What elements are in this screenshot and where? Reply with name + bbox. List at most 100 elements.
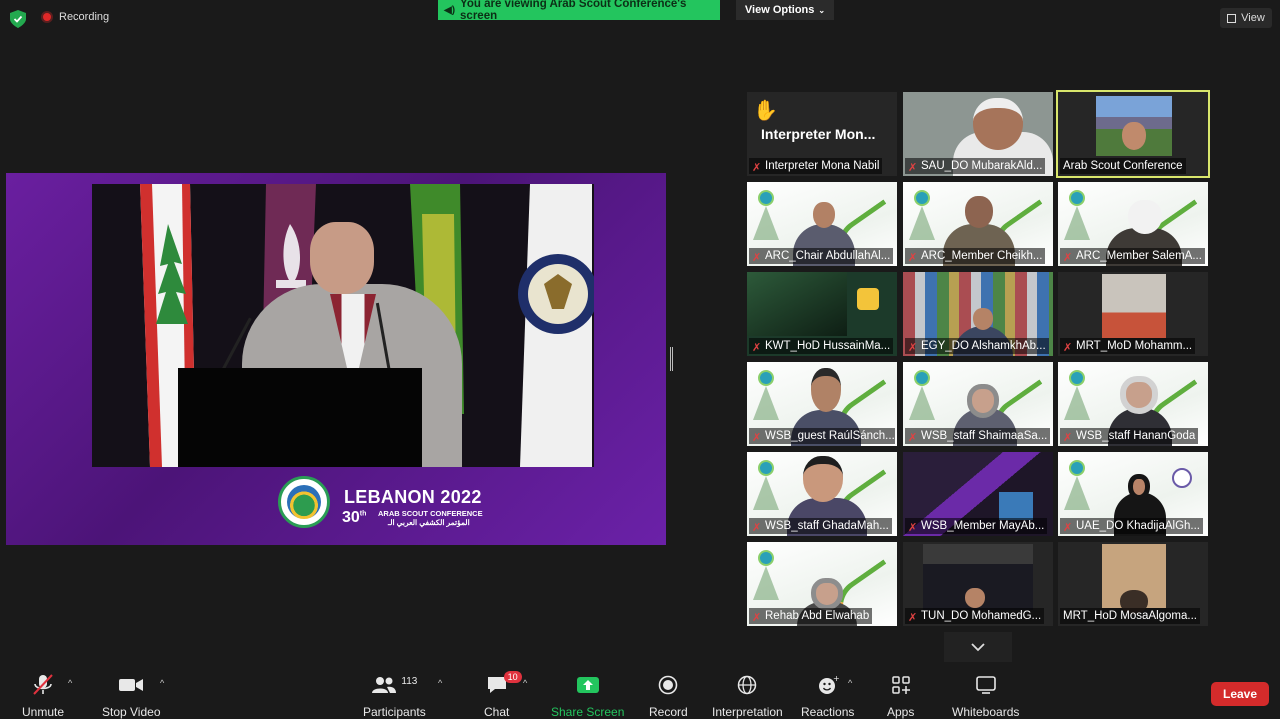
participant-name: ✗ ARC_Member SalemA...	[1060, 248, 1205, 264]
apps-button[interactable]: Apps	[887, 674, 914, 719]
participant-face	[973, 308, 993, 330]
reactions-options-caret-icon[interactable]: ^	[848, 678, 852, 688]
chevron-down-icon	[971, 642, 985, 651]
participant-name: ✗ ARC_Chair AbdullahAl...	[749, 248, 894, 264]
participant-face	[1120, 376, 1158, 414]
video-options-caret-icon[interactable]: ^	[160, 678, 164, 688]
participant-tile[interactable]: ✗ KWT_HoD HussainMa...	[747, 272, 897, 356]
edition-number: 30	[342, 509, 360, 526]
participant-tile[interactable]: ✗ WSB_Member MayAb...	[903, 452, 1053, 536]
reactions-label: Reactions	[801, 705, 855, 719]
leave-button[interactable]: Leave	[1211, 682, 1269, 706]
recording-label: Recording	[59, 11, 110, 23]
participant-name-text: SAU_DO MubarakAld...	[921, 160, 1043, 172]
participant-video	[747, 272, 847, 336]
participant-tile[interactable]: ✗ ARC_Chair AbdullahAl...	[747, 182, 897, 266]
view-options-button[interactable]: View Options ⌄	[736, 0, 834, 20]
participant-name: ✗ Interpreter Mona Nabil	[749, 158, 883, 174]
screen-in-background	[999, 492, 1033, 520]
participants-button[interactable]: 113 Participants	[363, 674, 426, 719]
recording-indicator[interactable]: Recording	[41, 11, 109, 23]
record-icon	[658, 674, 678, 696]
participant-tile[interactable]: ✗ WSB_staff GhadaMah...	[747, 452, 897, 536]
share-screen-label: Share Screen	[551, 705, 625, 719]
record-label: Record	[649, 705, 688, 719]
stop-video-button[interactable]: Stop Video	[102, 674, 161, 719]
participant-tile[interactable]: ✗ ARC_Member Cheikh...	[903, 182, 1053, 266]
apps-icon	[891, 674, 911, 696]
stop-video-label: Stop Video	[102, 705, 161, 719]
participant-name: ✗ MRT_MoD Mohamm...	[1060, 338, 1196, 354]
participant-name-text: ARC_Member SalemA...	[1076, 250, 1202, 262]
participant-name-text: ARC_Member Cheikh...	[921, 250, 1043, 262]
speaker-video	[92, 184, 594, 467]
participant-name-text: Rehab Abd Elwahab	[765, 610, 870, 622]
participant-name-text: WSB_guest RaúlSánch...	[765, 430, 895, 442]
muted-mic-icon: ✗	[752, 342, 762, 354]
event-subtitle: ARAB SCOUT CONFERENCE المؤتمر الكشفي الع…	[372, 509, 483, 527]
participant-tile[interactable]: ✗ WSB_staff ShaimaaSa...	[903, 362, 1053, 446]
participant-name: ✗ Rehab Abd Elwahab	[749, 608, 873, 624]
participant-name-text: WSB_staff ShaimaaSa...	[921, 430, 1048, 442]
muted-mic-icon: ✗	[908, 342, 918, 354]
split-resize-handle[interactable]	[670, 347, 673, 371]
participants-options-caret-icon[interactable]: ^	[438, 678, 442, 688]
view-button[interactable]: View	[1220, 8, 1272, 28]
chevron-down-icon: ⌄	[818, 5, 826, 15]
lectern	[178, 368, 422, 467]
participant-name: ✗ EGY_DO AlshamkhAb...	[905, 338, 1049, 354]
gallery-next-page-button[interactable]	[944, 632, 1012, 662]
participant-tile-active[interactable]: Arab Scout Conference	[1056, 90, 1210, 178]
muted-mic-icon: ✗	[908, 522, 918, 534]
participant-tile[interactable]: ✗ EGY_DO AlshamkhAb...	[903, 272, 1053, 356]
viewing-banner: ◀) You are viewing Arab Scout Conference…	[438, 0, 720, 22]
participant-face	[1122, 122, 1146, 150]
reactions-button[interactable]: + Reactions	[801, 674, 854, 719]
chat-unread-badge: 10	[503, 671, 522, 683]
participant-name: ✗ UAE_DO KhadijaAlGh...	[1060, 518, 1204, 534]
muted-mic-icon: ✗	[752, 612, 762, 624]
participant-name-text: WSB_Member MayAb...	[921, 520, 1045, 532]
chat-options-caret-icon[interactable]: ^	[523, 678, 527, 688]
participant-face	[973, 98, 1023, 150]
participant-name: ✗ WSB_staff HananGoda	[1060, 428, 1199, 444]
security-shield-icon[interactable]	[10, 10, 26, 28]
whiteboards-button[interactable]: Whiteboards	[952, 674, 1019, 719]
scout-emblem	[1172, 468, 1192, 488]
interpretation-button[interactable]: Interpretation	[712, 674, 783, 719]
svg-text:+: +	[833, 675, 839, 683]
participant-name-text: ARC_Chair AbdullahAl...	[765, 250, 891, 262]
scout-badge	[857, 288, 879, 310]
participants-gallery: ✋ Interpreter Mon... ✗ Interpreter Mona N…	[747, 90, 1210, 626]
grid-icon	[1227, 13, 1237, 23]
record-button[interactable]: Record	[649, 674, 688, 719]
muted-mic-icon: ✗	[752, 522, 762, 534]
participant-tile[interactable]: ✗ Rehab Abd Elwahab	[747, 542, 897, 626]
participant-tile[interactable]: MRT_HoD MosaAlgoma...	[1058, 542, 1208, 626]
share-screen-button[interactable]: Share Screen	[551, 674, 624, 719]
view-label: View	[1241, 12, 1265, 24]
event-subtitle-en: ARAB SCOUT CONFERENCE	[378, 509, 483, 518]
participant-tile[interactable]: ✗ SAU_DO MubarakAld...	[903, 92, 1053, 176]
muted-mic-icon: ✗	[908, 162, 918, 174]
mic-muted-icon	[31, 674, 55, 696]
participant-face	[965, 588, 985, 608]
chat-button[interactable]: 10 Chat	[484, 671, 522, 719]
unmute-button[interactable]: Unmute	[22, 674, 64, 719]
participant-tile[interactable]: ✋ Interpreter Mon... ✗ Interpreter Mona N…	[747, 92, 897, 176]
audio-options-caret-icon[interactable]: ^	[68, 678, 72, 688]
participant-tile[interactable]: ✗ WSB_staff HananGoda	[1058, 362, 1208, 446]
participant-name-text: KWT_HoD HussainMa...	[765, 340, 891, 352]
participant-tile[interactable]: ✗ MRT_MoD Mohamm...	[1058, 272, 1208, 356]
participant-tile[interactable]: ✗ TUN_DO MohamedG...	[903, 542, 1053, 626]
participant-video	[1102, 274, 1166, 338]
muted-mic-icon: ✗	[1063, 522, 1073, 534]
federation-flag	[518, 184, 594, 467]
participant-tile[interactable]: ✗ ARC_Member SalemA...	[1058, 182, 1208, 266]
participant-name-text: WSB_staff HananGoda	[1076, 430, 1196, 442]
participant-tile[interactable]: ✗ UAE_DO KhadijaAlGh...	[1058, 452, 1208, 536]
participants-label: Participants	[363, 705, 426, 719]
participant-tile[interactable]: ✗ WSB_guest RaúlSánch...	[747, 362, 897, 446]
meeting-toolbar: Unmute ^ Stop Video ^ 113 Participants ^…	[0, 668, 1280, 719]
event-title: LEBANON 2022	[344, 487, 482, 507]
